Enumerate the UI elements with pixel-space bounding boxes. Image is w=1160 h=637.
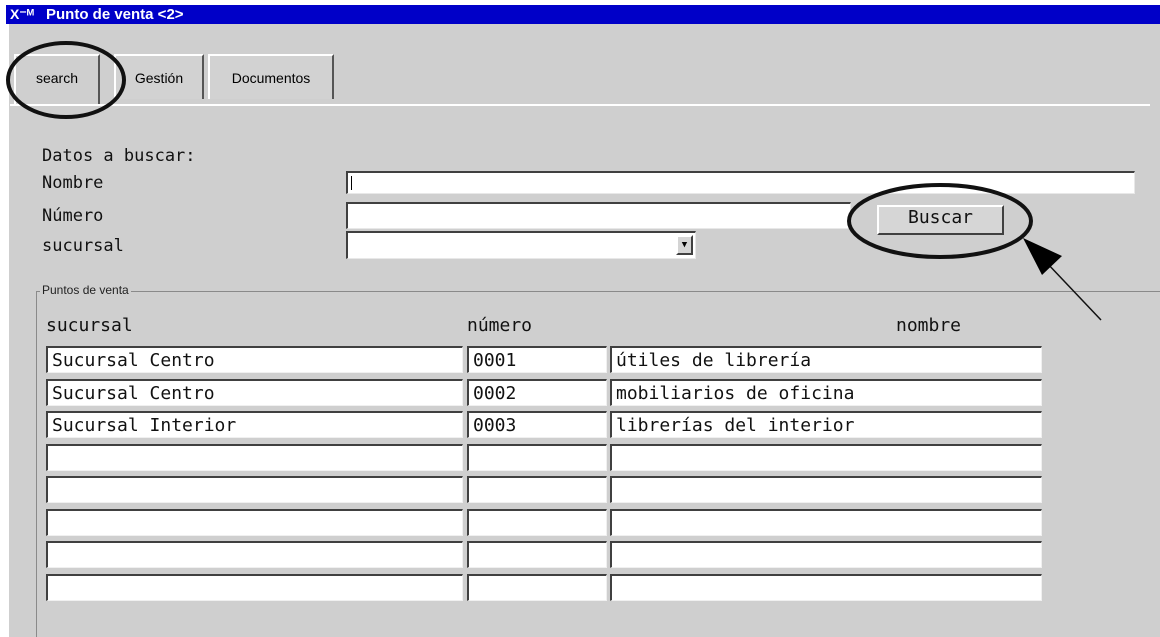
- table-cell-numero[interactable]: [467, 476, 607, 503]
- table-cell-numero[interactable]: 0001: [467, 346, 607, 373]
- nombre-input[interactable]: [346, 171, 1135, 194]
- column-header-sucursal: sucursal: [46, 315, 133, 336]
- table-cell-nombre[interactable]: [610, 509, 1042, 536]
- table-cell-numero[interactable]: [467, 574, 607, 601]
- column-header-nombre: nombre: [896, 315, 962, 336]
- table-cell-nombre[interactable]: útiles de librería: [610, 346, 1042, 373]
- table-cell-numero[interactable]: [467, 509, 607, 536]
- table-cell-nombre[interactable]: [610, 574, 1042, 601]
- window-menu-icon[interactable]: X⁻ᴹ: [6, 5, 46, 24]
- table-cell-sucursal[interactable]: [46, 476, 463, 503]
- table-cell-sucursal[interactable]: [46, 541, 463, 568]
- tab-panel-border: [10, 104, 1150, 106]
- table-cell-nombre[interactable]: [610, 444, 1042, 471]
- table-cell-numero[interactable]: [467, 541, 607, 568]
- table-cell-nombre[interactable]: [610, 476, 1042, 503]
- window-title: Punto de venta <2>: [46, 6, 184, 23]
- table-cell-sucursal[interactable]: [46, 574, 463, 601]
- column-header-numero: número: [467, 315, 533, 336]
- table-cell-nombre[interactable]: [610, 541, 1042, 568]
- table-cell-nombre[interactable]: librerías del interior: [610, 411, 1042, 438]
- numero-input[interactable]: [346, 202, 851, 229]
- table-cell-sucursal[interactable]: Sucursal Centro: [46, 346, 463, 373]
- dropdown-arrow-icon[interactable]: ▼: [676, 235, 693, 255]
- table-cell-numero[interactable]: [467, 444, 607, 471]
- table-cell-sucursal[interactable]: [46, 444, 463, 471]
- tab-gestion[interactable]: Gestión: [114, 54, 204, 99]
- numero-label: Número: [42, 206, 104, 226]
- tab-search[interactable]: search: [14, 54, 100, 104]
- table-cell-sucursal[interactable]: Sucursal Interior: [46, 411, 463, 438]
- buscar-button[interactable]: Buscar: [877, 205, 1004, 235]
- table-cell-numero[interactable]: 0002: [467, 379, 607, 406]
- nombre-label: Nombre: [42, 173, 104, 193]
- table-cell-numero[interactable]: 0003: [467, 411, 607, 438]
- table-cell-sucursal[interactable]: [46, 509, 463, 536]
- window-border: [6, 24, 9, 637]
- sucursal-select[interactable]: ▼: [346, 231, 696, 259]
- search-form-heading: Datos a buscar:: [42, 146, 196, 166]
- text-caret: [351, 176, 352, 190]
- tab-documentos[interactable]: Documentos: [208, 54, 334, 99]
- title-bar[interactable]: X⁻ᴹ Punto de venta <2>: [6, 5, 1160, 24]
- sucursal-label: sucursal: [42, 236, 124, 256]
- table-cell-sucursal[interactable]: Sucursal Centro: [46, 379, 463, 406]
- group-title: Puntos de venta: [40, 283, 131, 297]
- table-cell-nombre[interactable]: mobiliarios de oficina: [610, 379, 1042, 406]
